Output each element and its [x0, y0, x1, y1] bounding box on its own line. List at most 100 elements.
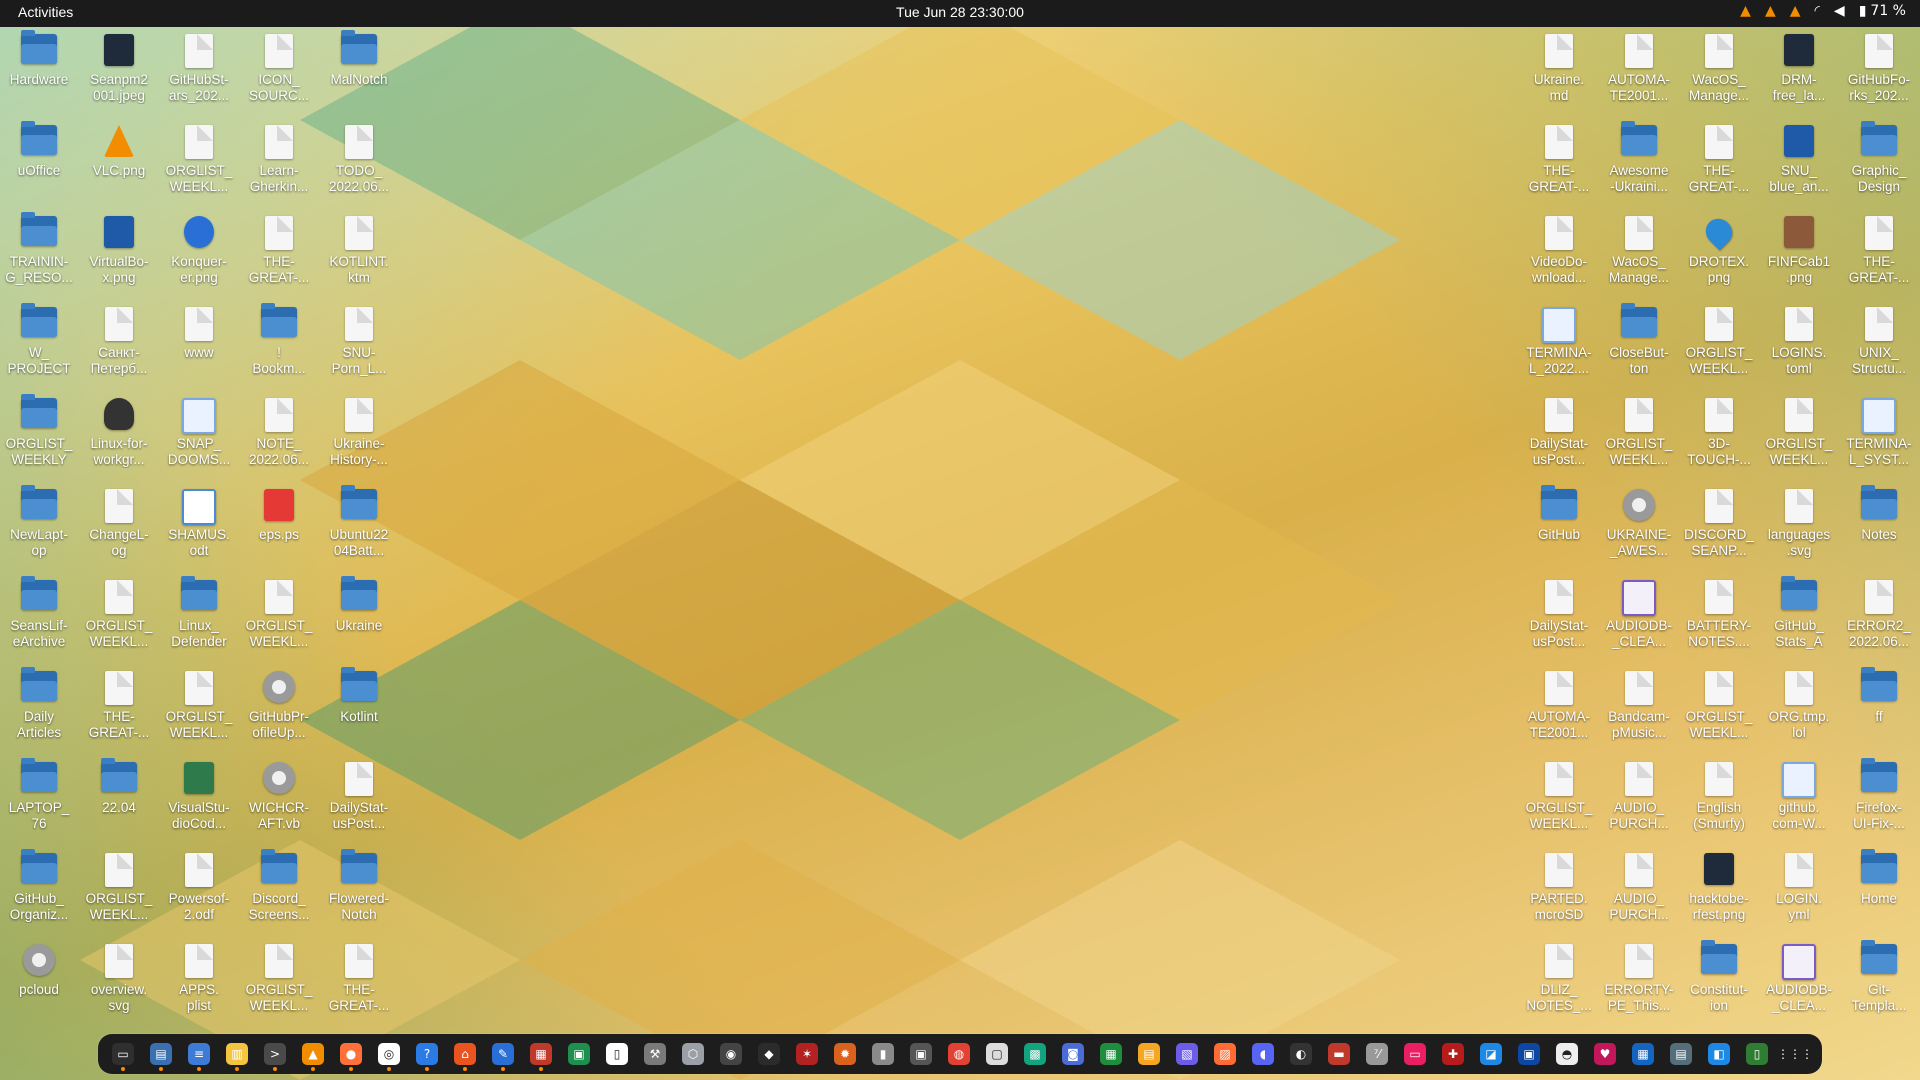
desktop-icon-left[interactable]: VLC.png [80, 121, 158, 209]
desktop-icon-left[interactable]: ORGLIST_ WEEKL... [240, 940, 318, 1028]
camera-icon[interactable]: ◙ [1062, 1043, 1084, 1065]
desktop-icon-right[interactable]: ORG.tmp. lol [1760, 667, 1838, 755]
desktop-icon-left[interactable]: KOTLINT. ktm [320, 212, 398, 300]
desktop-icon-right[interactable]: github. com-W... [1760, 758, 1838, 846]
console-icon[interactable]: > [264, 1043, 286, 1071]
app4-icon[interactable]: ▢ [986, 1043, 1008, 1065]
desktop-icon-right[interactable]: THE- GREAT-... [1520, 121, 1598, 209]
tool-icon[interactable]: ⚒ [644, 1043, 666, 1065]
writer-icon[interactable]: ✎ [492, 1043, 514, 1071]
desktop-icon-right[interactable]: DLIZ_ NOTES_... [1520, 940, 1598, 1028]
desktop-icon-right[interactable]: UKRAINE- _AWES... [1600, 485, 1678, 573]
text-editor-icon[interactable]: ≡ [188, 1043, 210, 1071]
desktop-icon-left[interactable]: SHAMUS. odt [160, 485, 238, 573]
desktop-icon-left[interactable]: GitHubPr- ofileUp... [240, 667, 318, 755]
desktop-icon-right[interactable]: Notes [1840, 485, 1918, 573]
desktop-icon-left[interactable]: Kotlint [320, 667, 398, 755]
app18-icon[interactable]: ▦ [1632, 1043, 1654, 1065]
desktop-icon-left[interactable]: Ubuntu22 04Batt... [320, 485, 398, 573]
desktop-icon-right[interactable]: ERROR2_ 2022.06... [1840, 576, 1918, 664]
desktop-icon-left[interactable]: Linux_ Defender [160, 576, 238, 664]
inkscape-icon[interactable]: ◆ [758, 1043, 780, 1065]
app2-icon[interactable]: ✹ [834, 1043, 856, 1065]
desktop-icon-right[interactable]: DISCORD_ SEANP... [1680, 485, 1758, 573]
app11-icon[interactable]: ⁷⁄ [1366, 1043, 1388, 1065]
desktop-icon-left[interactable]: Discord_ Screens... [240, 849, 318, 937]
desktop-icon-right[interactable]: ff [1840, 667, 1918, 755]
desktop-icon-right[interactable]: ERRORTY- PE_This... [1600, 940, 1678, 1028]
desktop-icon-right[interactable]: Git- Templa... [1840, 940, 1918, 1028]
desktop-icon-left[interactable]: Санкт- Петерб... [80, 303, 158, 391]
firefox-icon[interactable]: ● [340, 1043, 362, 1071]
desktop-icon-left[interactable]: uOffice [0, 121, 78, 209]
app12-icon[interactable]: ▭ [1404, 1043, 1426, 1065]
app16-icon[interactable]: ◓ [1556, 1043, 1578, 1065]
desktop-icon-left[interactable]: THE- GREAT-... [240, 212, 318, 300]
app15-icon[interactable]: ▣ [1518, 1043, 1540, 1065]
desktop-icon-left[interactable]: Konquer- er.png [160, 212, 238, 300]
settings-icon[interactable]: ◎ [378, 1043, 400, 1071]
desktop-icon-left[interactable]: VirtualBo- x.png [80, 212, 158, 300]
vlc-icon[interactable]: ▲ [1790, 3, 1801, 19]
desktop-icon-right[interactable]: FINFCab1 .png [1760, 212, 1838, 300]
desktop-icon-right[interactable]: AUTOMA- TE2001... [1520, 667, 1598, 755]
desktop-icon-left[interactable]: WICHCR- AFT.vb [240, 758, 318, 846]
desktop-icon-left[interactable]: SNAP_ DOOMS... [160, 394, 238, 482]
desktop-icon-left[interactable]: ! Bookm... [240, 303, 318, 391]
terminal-icon[interactable]: ▭ [112, 1043, 134, 1071]
app13-icon[interactable]: ✚ [1442, 1043, 1464, 1065]
notes-icon[interactable]: ▥ [226, 1043, 248, 1071]
desktop-icon-right[interactable]: ORGLIST_ WEEKL... [1760, 394, 1838, 482]
software-icon[interactable]: ⌂ [454, 1043, 476, 1071]
sheets-icon[interactable]: ▦ [1100, 1043, 1122, 1065]
box-icon[interactable]: ⬡ [682, 1043, 704, 1065]
desktop-icon-left[interactable]: Ukraine- History-... [320, 394, 398, 482]
desktop-icon-left[interactable]: Powersof- 2.odf [160, 849, 238, 937]
desktop-icon-left[interactable]: ICON_ SOURC... [240, 30, 318, 118]
desktop-icon-right[interactable]: GitHubFo- rks_202... [1840, 30, 1918, 118]
desktop-icon-left[interactable]: ORGLIST_ WEEKL... [160, 121, 238, 209]
chrome-icon[interactable]: ◍ [948, 1043, 970, 1065]
desktop-icon-left[interactable]: ORGLIST_ WEEKLY [0, 394, 78, 482]
desktop-icon-left[interactable]: W_ PROJECT [0, 303, 78, 391]
vlc-icon[interactable]: ▲ [1740, 3, 1751, 19]
battery-icon[interactable]: ▮ 71 % [1859, 3, 1906, 19]
app-icon[interactable]: ✶ [796, 1043, 818, 1065]
desktop-icon-left[interactable]: Seanpm2 001.jpeg [80, 30, 158, 118]
app17-icon[interactable]: ♥ [1594, 1043, 1616, 1065]
app6-icon[interactable]: ▤ [1138, 1043, 1160, 1065]
desktop-icon-right[interactable]: Awesome -Ukraini... [1600, 121, 1678, 209]
desktop-icon-left[interactable]: GitHub_ Organiz... [0, 849, 78, 937]
desktop-icon-right[interactable]: CloseBut- ton [1600, 303, 1678, 391]
desktop-icon-right[interactable]: ORGLIST_ WEEKL... [1680, 303, 1758, 391]
desktop-icon-right[interactable]: AUDIO_ PURCH... [1600, 849, 1678, 937]
obs-icon[interactable]: ◉ [720, 1043, 742, 1065]
desktop-icon-right[interactable]: ORGLIST_ WEEKL... [1680, 667, 1758, 755]
desktop-icon-left[interactable]: Learn- Gherkin... [240, 121, 318, 209]
app9-icon[interactable]: ◐ [1290, 1043, 1312, 1065]
desktop-icon-left[interactable]: TRAININ- G_RESO... [0, 212, 78, 300]
desktop-icon-right[interactable]: DailyStat- usPost... [1520, 394, 1598, 482]
desktop-icon-right[interactable]: WacOS_ Manage... [1600, 212, 1678, 300]
desktop-icon-left[interactable]: DailyStat- usPost... [320, 758, 398, 846]
app5-icon[interactable]: ▩ [1024, 1043, 1046, 1065]
desktop-icon-right[interactable]: SNU_ blue_an... [1760, 121, 1838, 209]
desktop-icon-left[interactable]: ORGLIST_ WEEKL... [240, 576, 318, 664]
screenshot-icon[interactable]: ▣ [910, 1043, 932, 1065]
desktop-icon-right[interactable]: languages .svg [1760, 485, 1838, 573]
desktop-icon-right[interactable]: LOGINS. toml [1760, 303, 1838, 391]
desktop-icon-left[interactable]: Hardware [0, 30, 78, 118]
app8-icon[interactable]: ▨ [1214, 1043, 1236, 1065]
desktop-icon-left[interactable]: Ukraine [320, 576, 398, 664]
system-tray[interactable]: ▲ ▲ ▲ ◜ ◀ ▮ 71 % [1740, 3, 1906, 19]
app20-icon[interactable]: ◧ [1708, 1043, 1730, 1065]
desktop-icon-right[interactable]: English (Smurfy) [1680, 758, 1758, 846]
desktop-icon-right[interactable]: AUDIODB- _CLEA... [1760, 940, 1838, 1028]
desktop-icon-left[interactable]: overview. svg [80, 940, 158, 1028]
desktop-icon-right[interactable]: LOGIN. yml [1760, 849, 1838, 937]
desktop-icon-left[interactable]: Flowered- Notch [320, 849, 398, 937]
desktop-icon-right[interactable]: THE- GREAT-... [1680, 121, 1758, 209]
desktop-icon-right[interactable]: DailyStat- usPost... [1520, 576, 1598, 664]
desktop-icon-right[interactable]: ORGLIST_ WEEKL... [1600, 394, 1678, 482]
app7-icon[interactable]: ▧ [1176, 1043, 1198, 1065]
